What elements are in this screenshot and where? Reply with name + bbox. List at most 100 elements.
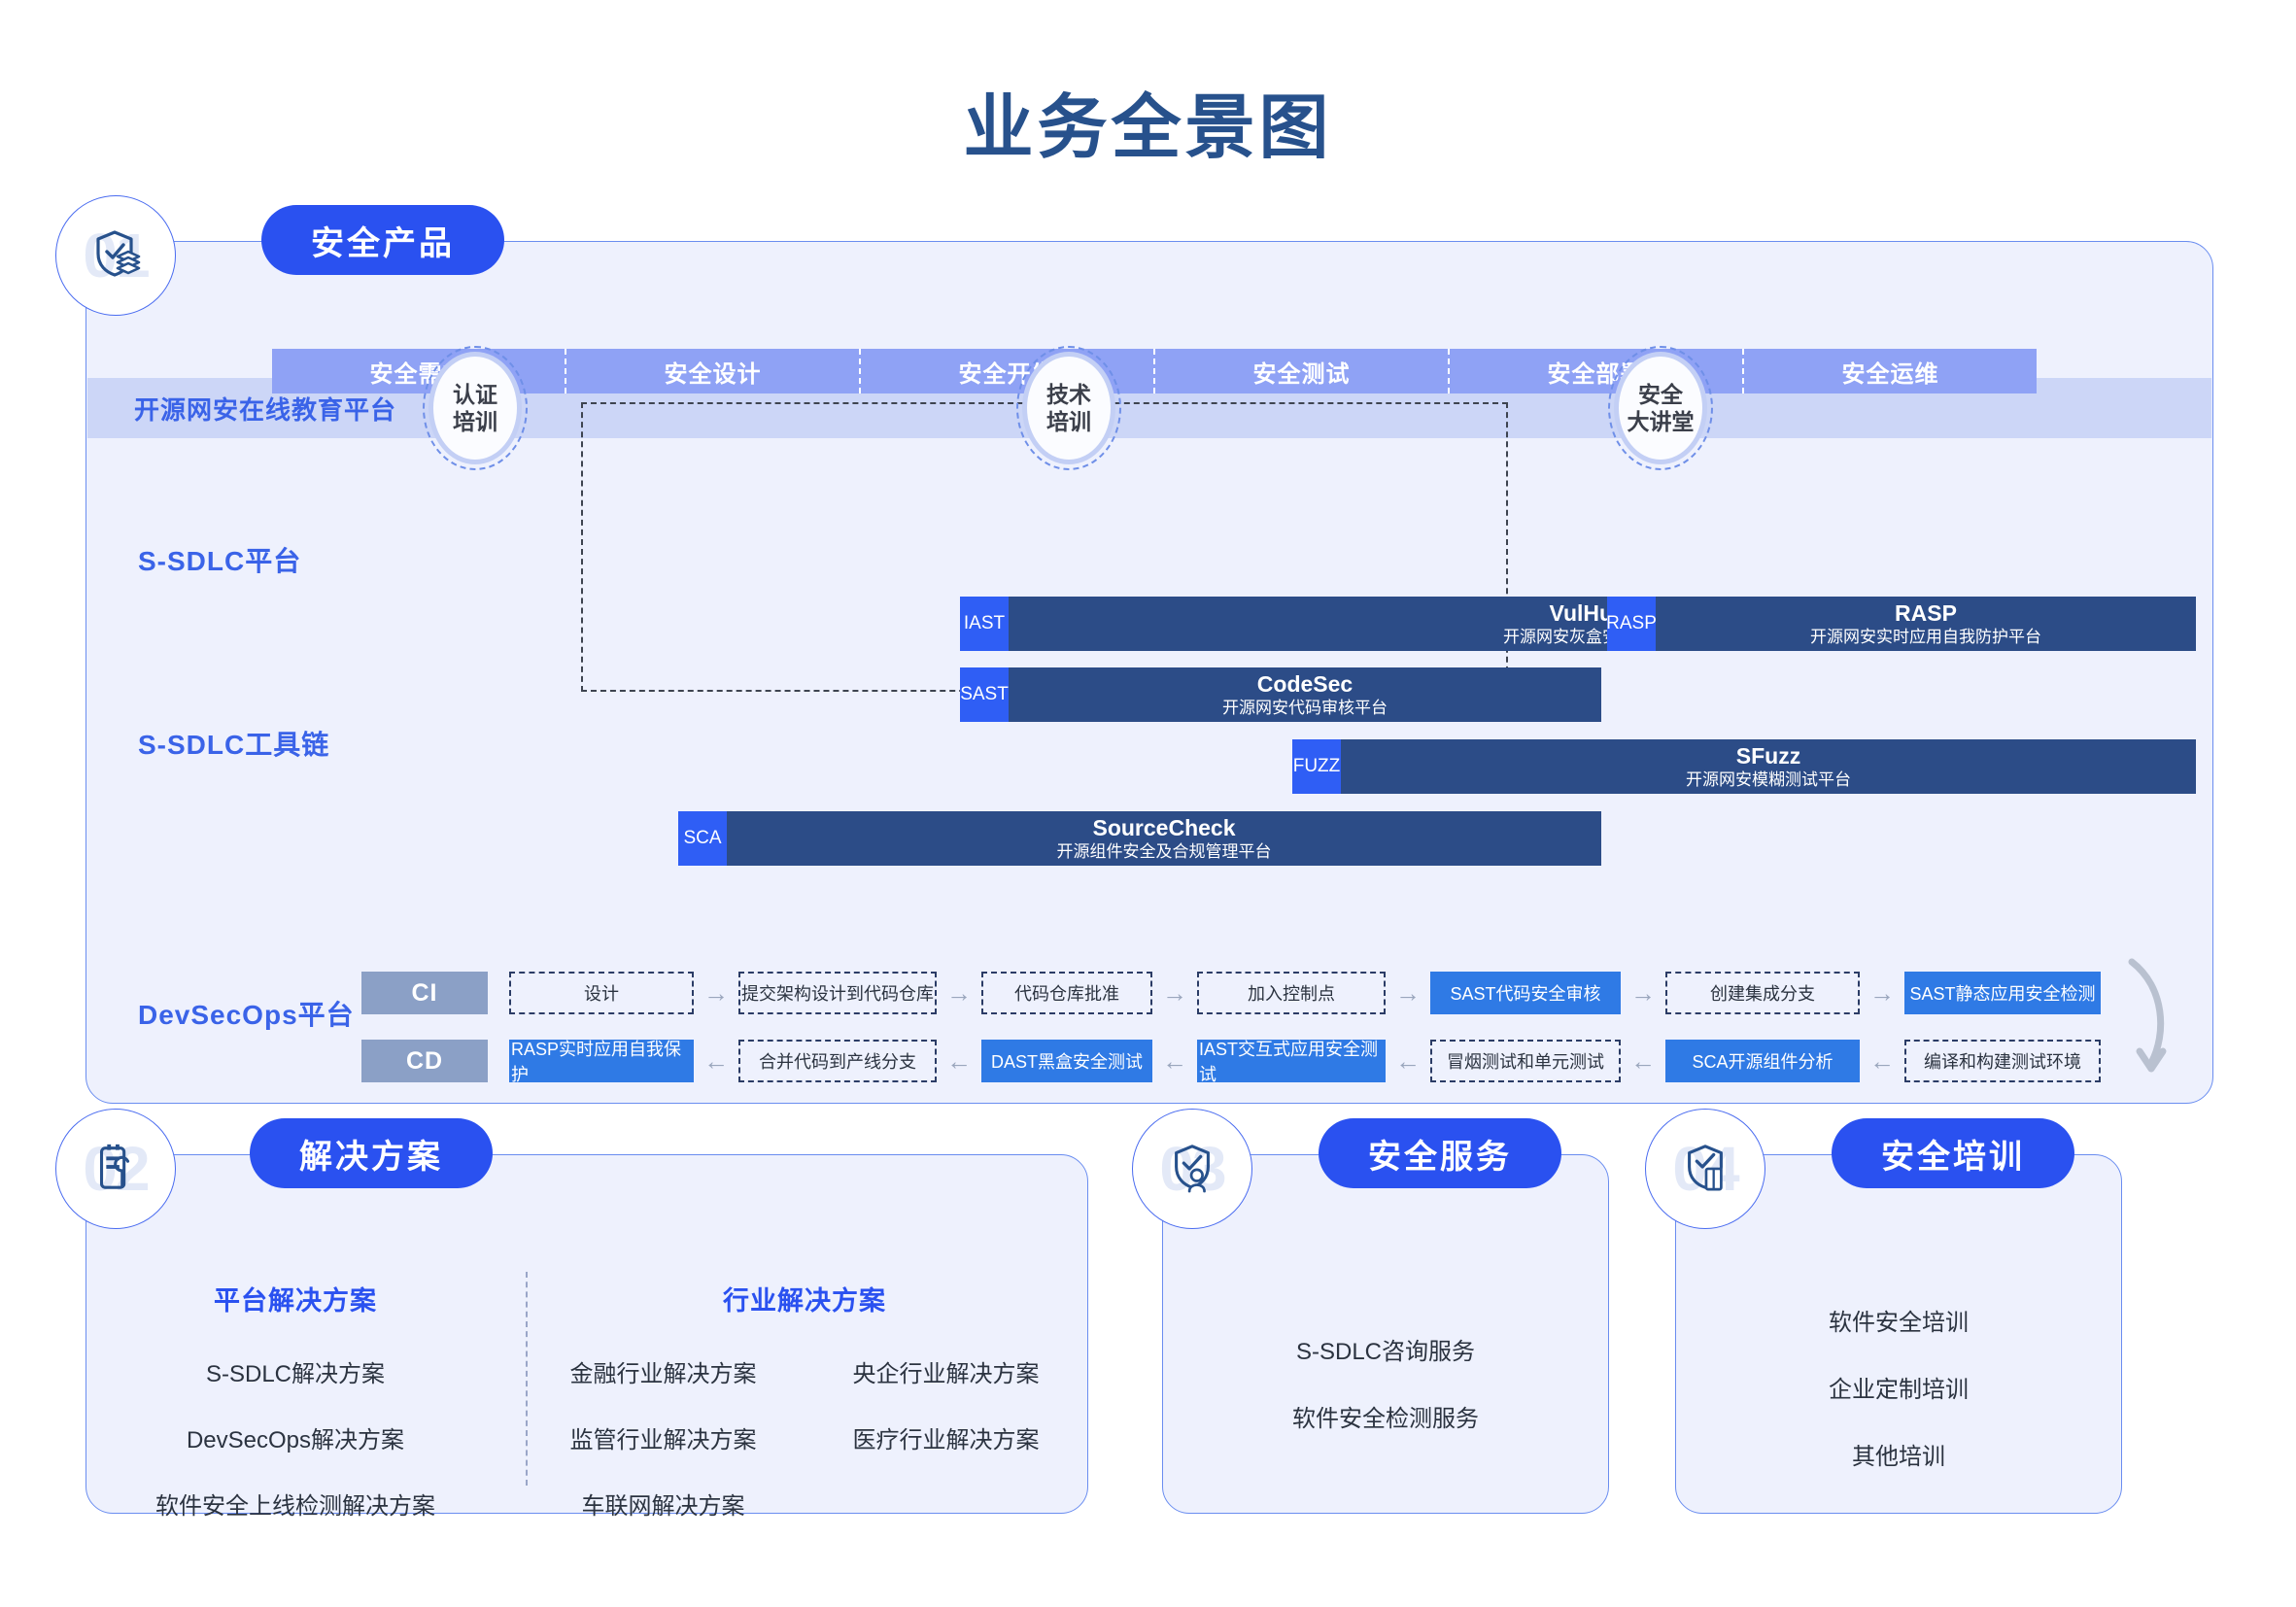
platform-solution-item[interactable]: DevSecOps解决方案 [86, 1420, 504, 1454]
cd-step-7[interactable]: 编译和构建测试环境 [1904, 1040, 2101, 1082]
tool-desc: 开源网安模糊测试平台 [1686, 769, 1851, 789]
platform-solutions-heading: 平台解决方案 [214, 1286, 377, 1316]
devsecops-loop-arrow-icon [2118, 954, 2196, 1085]
tool-desc: 开源网安实时应用自我防护平台 [1810, 627, 2041, 646]
industry-solution-item[interactable]: 医疗行业解决方案 [805, 1420, 1087, 1454]
ci-step-4[interactable]: 加入控制点 [1197, 972, 1386, 1014]
sdlc-stage-bar: 安全需求 安全设计 安全开发 安全测试 安全部署 安全运维 [272, 349, 2037, 393]
stage-requirements[interactable]: 安全需求 [272, 349, 566, 393]
security-training-list: 软件安全培训 企业定制培训 其他培训 [1676, 1303, 2121, 1504]
toolchain-label: S-SDLC工具链 [138, 730, 330, 760]
cd-step-3[interactable]: DAST黑盒安全测试 [981, 1040, 1152, 1082]
toolbox-wrench-icon [89, 1141, 142, 1198]
industry-solution-item[interactable]: 监管行业解决方案 [522, 1420, 805, 1454]
stage-design[interactable]: 安全设计 [566, 349, 861, 393]
shield-book-icon [1679, 1141, 1731, 1198]
devsecops-cd-row: CD RASP实时应用自我保护 ← 合并代码到产线分支 ← DAST黑盒安全测试… [361, 1040, 2101, 1084]
tool-name: SFuzz [1735, 743, 1801, 769]
cd-step-5[interactable]: 冒烟测试和单元测试 [1430, 1040, 1621, 1082]
tool-name: RASP [1895, 600, 1957, 627]
edu-circle-lecture-hall[interactable]: 安全 大讲堂 [1608, 346, 1713, 470]
section-badge-01: 01 [55, 195, 176, 316]
security-training-pill[interactable]: 安全培训 [1832, 1118, 2074, 1188]
platform-solutions-column: 平台解决方案 S-SDLC解决方案 DevSecOps解决方案 软件安全上线检测… [86, 1280, 504, 1553]
tool-sourcecheck[interactable]: SCA SourceCheck 开源组件安全及合规管理平台 [678, 811, 1601, 866]
tool-tag-rasp: RASP [1606, 597, 1657, 651]
tool-name: SourceCheck [1092, 815, 1236, 841]
tool-name: CodeSec [1256, 671, 1354, 698]
industry-solution-item-empty [805, 1487, 1087, 1521]
security-services-pill[interactable]: 安全服务 [1319, 1118, 1561, 1188]
cd-arrow-6: ← [1869, 1045, 1895, 1076]
solutions-columns: 平台解决方案 S-SDLC解决方案 DevSecOps解决方案 软件安全上线检测… [86, 1280, 1087, 1553]
security-training-item[interactable]: 其他培训 [1676, 1437, 2121, 1471]
cd-step-6[interactable]: SCA开源组件分析 [1665, 1040, 1860, 1082]
shield-person-icon [1166, 1141, 1218, 1198]
tool-body: CodeSec 开源网安代码审核平台 [1009, 667, 1601, 722]
sdlc-platform-label: S-SDLC平台 [138, 546, 302, 576]
ci-tag: CI [361, 972, 488, 1014]
ci-step-7[interactable]: SAST静态应用安全检测 [1904, 972, 2101, 1014]
ci-arrow-2: → [946, 977, 972, 1008]
tool-sfuzz[interactable]: FUZZ SFuzz 开源网安模糊测试平台 [1292, 739, 2196, 794]
ci-step-5[interactable]: SAST代码安全审核 [1430, 972, 1621, 1014]
edu-circle-line2: 培训 [453, 409, 497, 434]
solutions-divider [526, 1272, 528, 1486]
cd-step-1[interactable]: RASP实时应用自我保护 [509, 1040, 694, 1084]
edu-circle-line1: 技术 [1046, 381, 1091, 407]
security-products-pill[interactable]: 安全产品 [261, 205, 504, 275]
tool-body: RASP 开源网安实时应用自我防护平台 [1656, 597, 2196, 651]
tool-tag-fuzz: FUZZ [1292, 739, 1341, 794]
shield-layers-icon [88, 226, 143, 286]
ci-arrow-4: → [1395, 977, 1421, 1008]
industry-solution-item[interactable]: 央企行业解决方案 [805, 1354, 1087, 1388]
tool-codesec[interactable]: SAST CodeSec 开源网安代码审核平台 [960, 667, 1601, 722]
cd-step-2[interactable]: 合并代码到产线分支 [738, 1040, 937, 1082]
tool-tag-iast: IAST [960, 597, 1009, 651]
ci-step-3[interactable]: 代码仓库批准 [981, 972, 1152, 1014]
stage-operations[interactable]: 安全运维 [1744, 349, 2037, 393]
ci-step-2[interactable]: 提交架构设计到代码仓库 [738, 972, 937, 1014]
security-services-list: S-SDLC咨询服务 软件安全检测服务 [1163, 1332, 1608, 1466]
tool-body: SFuzz 开源网安模糊测试平台 [1341, 739, 2196, 794]
cd-arrow-1: ← [703, 1045, 729, 1076]
edu-circle-line2: 培训 [1046, 409, 1091, 434]
edu-circle-certification[interactable]: 认证 培训 [423, 346, 528, 470]
cd-arrow-2: ← [946, 1045, 972, 1076]
security-service-item[interactable]: 软件安全检测服务 [1163, 1399, 1608, 1433]
industry-solutions-heading: 行业解决方案 [723, 1286, 886, 1316]
ci-arrow-3: → [1162, 977, 1187, 1008]
cd-arrow-5: ← [1630, 1045, 1656, 1076]
ci-arrow-5: → [1630, 977, 1656, 1008]
security-service-item[interactable]: S-SDLC咨询服务 [1163, 1332, 1608, 1366]
edu-circle-line1: 认证 [453, 381, 497, 407]
ci-step-1[interactable]: 设计 [509, 972, 694, 1014]
section-badge-02: 02 [55, 1109, 176, 1229]
solutions-section: 02 解决方案 平台解决方案 S-SDLC解决方案 DevSecOps解决方案 … [55, 1109, 1088, 1520]
cd-step-4[interactable]: IAST交互式应用安全测试 [1197, 1040, 1386, 1084]
security-services-section: 03 安全服务 S-SDLC咨询服务 软件安全检测服务 [1132, 1109, 1609, 1514]
section-badge-04: 04 [1645, 1109, 1765, 1229]
industry-solutions-grid: 金融行业解决方案 央企行业解决方案 监管行业解决方案 医疗行业解决方案 车联网解… [522, 1354, 1087, 1521]
industry-solution-item[interactable]: 车联网解决方案 [522, 1487, 805, 1521]
stage-testing[interactable]: 安全测试 [1155, 349, 1450, 393]
devsecops-label: DevSecOps平台 [138, 1000, 355, 1030]
industry-solution-item[interactable]: 金融行业解决方案 [522, 1354, 805, 1388]
devsecops-ci-row: CI 设计 → 提交架构设计到代码仓库 → 代码仓库批准 → 加入控制点 → S… [361, 972, 2101, 1014]
security-training-item[interactable]: 企业定制培训 [1676, 1370, 2121, 1404]
platform-solution-item[interactable]: S-SDLC解决方案 [86, 1354, 504, 1388]
tool-rasp[interactable]: RASP RASP 开源网安实时应用自我防护平台 [1606, 597, 2196, 651]
security-training-section: 04 安全培训 软件安全培训 企业定制培训 其他培训 [1645, 1109, 2122, 1514]
ci-arrow-6: → [1869, 977, 1895, 1008]
edu-circle-technical[interactable]: 技术 培训 [1016, 346, 1121, 470]
tool-tag-sca: SCA [678, 811, 727, 866]
tool-body: SourceCheck 开源组件安全及合规管理平台 [727, 811, 1601, 866]
cd-tag: CD [361, 1040, 488, 1082]
ci-step-6[interactable]: 创建集成分支 [1665, 972, 1860, 1014]
cd-arrow-3: ← [1162, 1045, 1187, 1076]
platform-solution-item[interactable]: 软件安全上线检测解决方案 [86, 1487, 504, 1521]
edu-circle-line2: 大讲堂 [1627, 409, 1695, 434]
solutions-pill[interactable]: 解决方案 [250, 1118, 493, 1188]
security-training-item[interactable]: 软件安全培训 [1676, 1303, 2121, 1337]
cd-arrow-4: ← [1395, 1045, 1421, 1076]
